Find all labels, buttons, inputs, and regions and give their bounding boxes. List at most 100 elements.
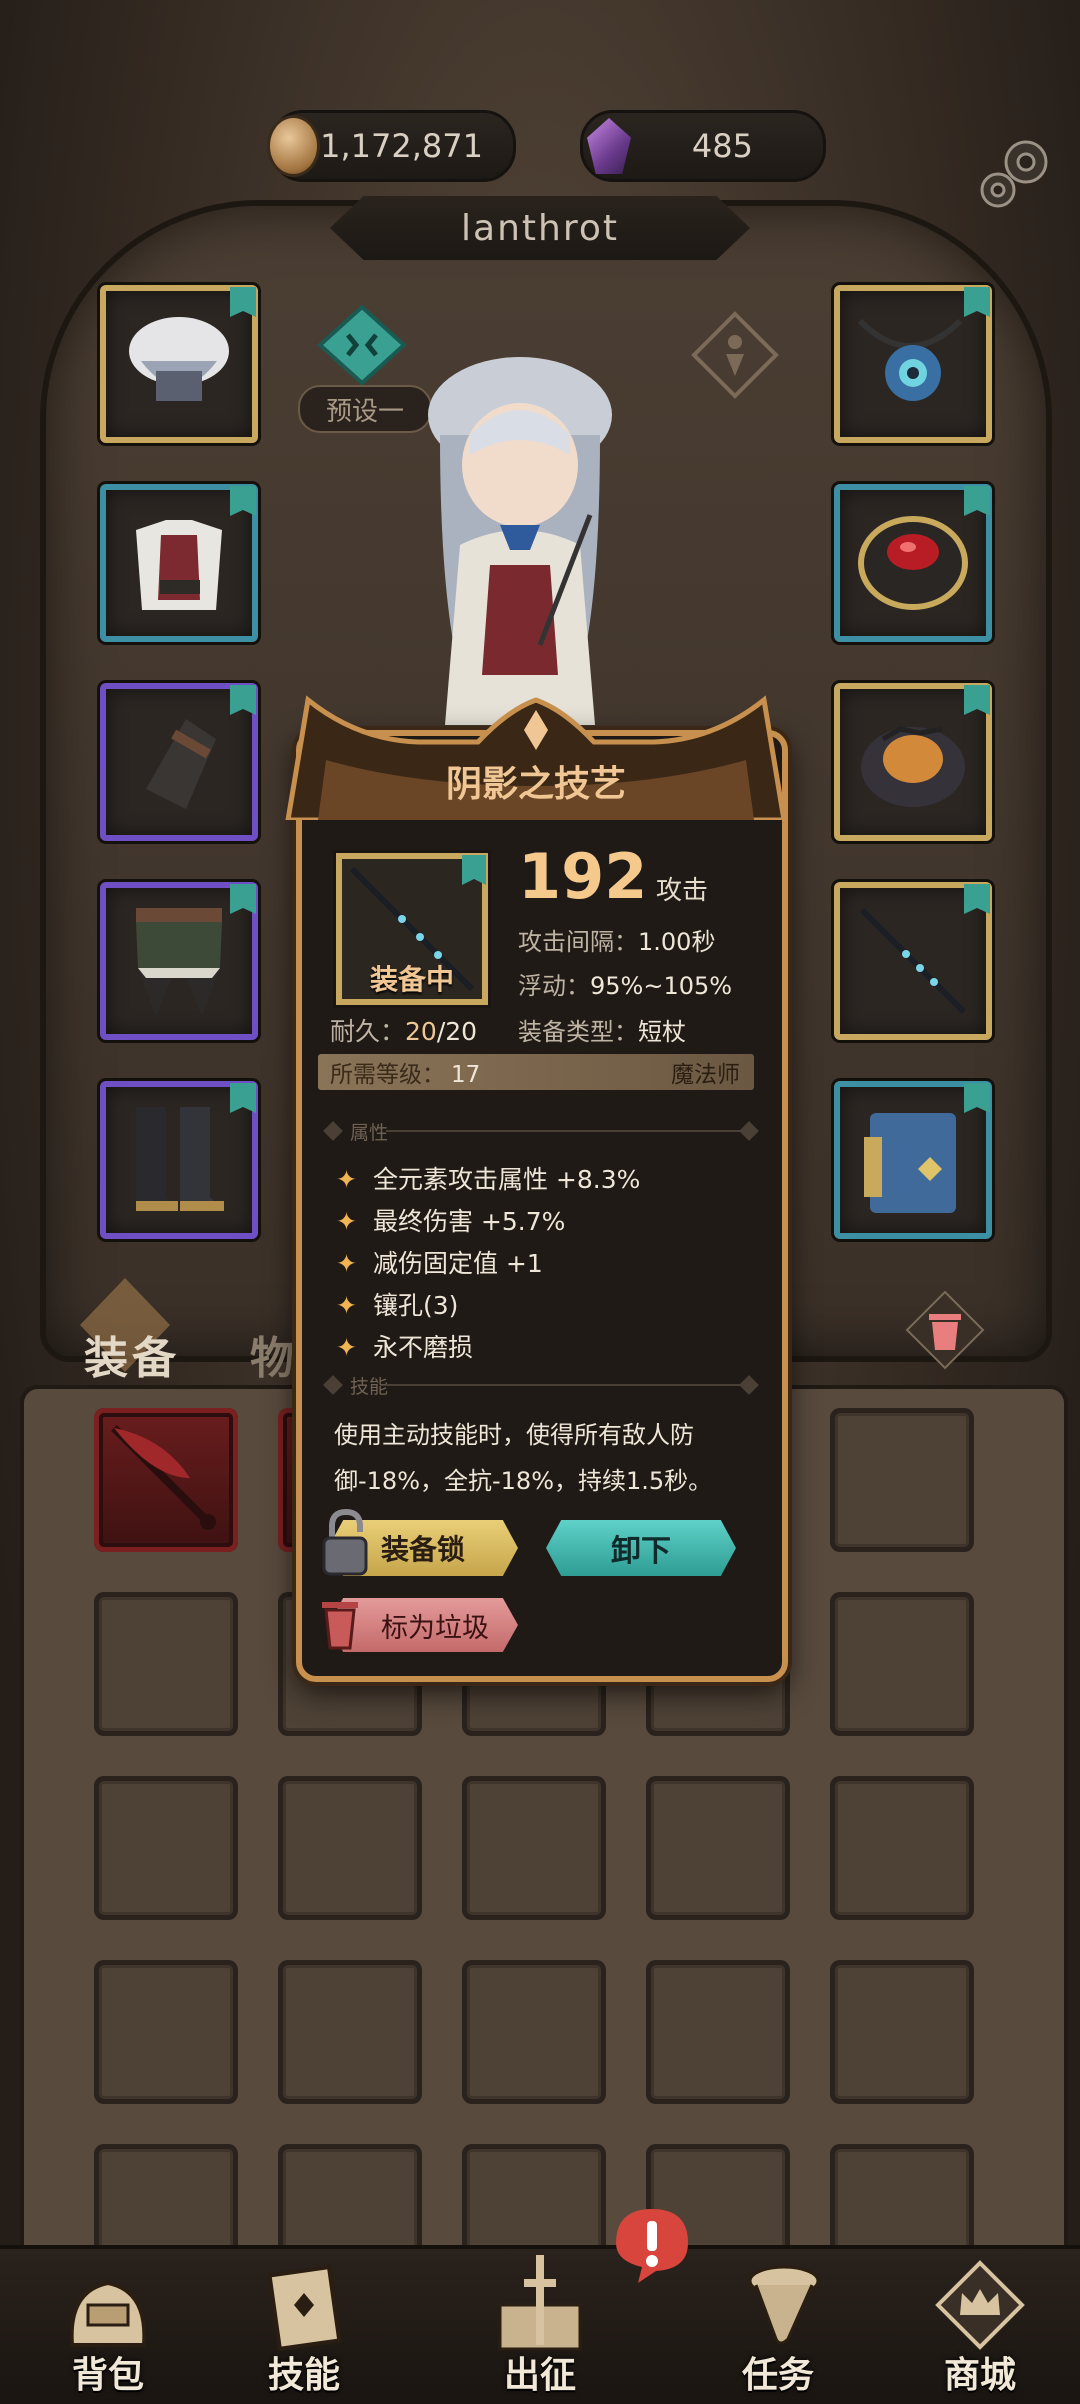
nav-shop[interactable]: 商城	[872, 2249, 1080, 2404]
gem-icon	[587, 118, 631, 174]
skill-header-label: 技能	[350, 1376, 389, 1398]
settings-gear-icon[interactable]	[974, 130, 1058, 214]
attribute-text: 镶孔(3)	[372, 1291, 459, 1320]
class-requirement: 魔法师	[671, 1062, 740, 1088]
nav-bag[interactable]: 背包	[0, 2249, 216, 2404]
equipped-label: 装备中	[369, 963, 454, 996]
necklace-icon	[857, 318, 963, 401]
inventory-slot[interactable]	[94, 1776, 238, 1920]
nav-bag-label: 背包	[71, 2355, 144, 2396]
equip-slot-armor[interactable]	[100, 484, 258, 642]
inventory-slot[interactable]	[94, 1960, 238, 2104]
armor-icon	[136, 520, 222, 610]
inventory-slot[interactable]	[462, 1960, 606, 2104]
attributes-header: 属性	[323, 1118, 759, 1144]
durability-current: 20	[405, 1017, 437, 1046]
tab-equipment[interactable]: 装备	[84, 1322, 180, 1386]
equip-slot-boots[interactable]	[100, 1081, 258, 1239]
alert-icon[interactable]	[612, 2205, 692, 2285]
equip-slot-weapon[interactable]	[834, 882, 992, 1040]
item-name: 阴影之技艺	[445, 764, 626, 805]
nav-quests-label: 任务	[741, 2355, 814, 2396]
inventory-slot[interactable]	[830, 1592, 974, 1736]
trash-bin-icon[interactable]	[905, 1290, 985, 1370]
float-range: 浮动：95%~105%	[518, 966, 732, 1001]
inventory-slot[interactable]	[646, 1776, 790, 1920]
attack-value: 192	[518, 840, 648, 913]
gloves-icon	[146, 719, 216, 809]
attribute-line: ✦ 永不磨损	[336, 1328, 473, 1364]
equip-slot-book[interactable]	[834, 1081, 992, 1239]
gold-counter[interactable]: 1,172,871	[267, 110, 516, 182]
inventory-slot[interactable]	[94, 1408, 238, 1552]
inventory-slot[interactable]	[830, 1776, 974, 1920]
inventory-slot[interactable]	[830, 1408, 974, 1552]
equip-slot-necklace[interactable]	[834, 285, 992, 443]
battle-sword-icon	[498, 2255, 582, 2351]
ring-icon	[858, 516, 968, 610]
equip-slot-gloves[interactable]	[100, 683, 258, 841]
inventory-slot[interactable]	[830, 1960, 974, 2104]
required-level-label: 所需等级：	[330, 1062, 445, 1088]
divider	[386, 1384, 740, 1386]
diamond-icon	[739, 1121, 759, 1141]
diamond-icon	[323, 1121, 343, 1141]
star-icon: ✦	[336, 1333, 357, 1362]
equip-slot-helmet[interactable]	[100, 285, 258, 443]
equip-slot-accessory[interactable]	[834, 683, 992, 841]
skill-header: 技能	[323, 1372, 759, 1398]
nav-skills-label: 技能	[267, 2355, 340, 2396]
character-info-icon[interactable]	[690, 310, 780, 400]
equip-type-label: 装备类型：	[518, 1018, 638, 1046]
backpack-icon	[69, 2280, 147, 2347]
top-bar: 1,172,871 485	[0, 110, 1080, 182]
float-label: 浮动：	[518, 972, 590, 1000]
attribute-line: ✦ 最终伤害 +5.7%	[336, 1202, 565, 1238]
unequip-button[interactable]: 卸下	[546, 1520, 736, 1576]
inventory-slot[interactable]	[462, 1776, 606, 1920]
shop-crown-icon	[935, 2260, 1025, 2350]
attribute-text: 永不磨损	[372, 1333, 473, 1362]
book-icon	[864, 1113, 956, 1213]
inventory-slot[interactable]	[278, 1776, 422, 1920]
gem-counter[interactable]: 485	[580, 110, 826, 182]
inventory-slot[interactable]	[646, 1960, 790, 2104]
junk-bin-icon	[322, 1602, 358, 1650]
attack-unit: 攻击	[656, 876, 709, 906]
nav-shop-label: 商城	[943, 2355, 1016, 2396]
diamond-icon	[323, 1375, 343, 1395]
inventory-slot[interactable]	[278, 1960, 422, 2104]
attack-interval-label: 攻击间隔：	[518, 928, 638, 956]
boots-icon	[136, 1107, 224, 1211]
lock-icon	[322, 1508, 368, 1576]
durability: 耐久：20/20	[330, 1012, 477, 1048]
star-icon: ✦	[336, 1249, 357, 1278]
attack-interval-value: 1.00秒	[638, 928, 716, 956]
coin-icon	[267, 115, 321, 177]
equip-type: 装备类型：短杖	[518, 1012, 686, 1047]
equip-slot-pants[interactable]	[100, 882, 258, 1040]
required-level-bar: 所需等级： 17 魔法师	[318, 1054, 754, 1090]
nav-skills[interactable]: 技能	[196, 2249, 412, 2404]
attribute-text: 减伤固定值 +1	[372, 1249, 543, 1278]
attack-interval: 攻击间隔：1.00秒	[518, 922, 715, 957]
attribute-text: 最终伤害 +5.7%	[372, 1207, 566, 1236]
durability-label: 耐久：	[330, 1017, 406, 1046]
attribute-line: ✦ 全元素攻击属性 +8.3%	[336, 1160, 640, 1196]
attribute-line: ✦ 镶孔(3)	[336, 1286, 458, 1322]
bottom-nav: 背包 技能 出征 任务 商城	[0, 2245, 1080, 2404]
inventory-slot[interactable]	[94, 1592, 238, 1736]
equip-slot-ring[interactable]	[834, 484, 992, 642]
nav-quests[interactable]: 任务	[670, 2249, 886, 2404]
character-portrait	[428, 357, 612, 725]
attribute-text: 全元素攻击属性 +8.3%	[372, 1165, 641, 1194]
attribute-line: ✦ 减伤固定值 +1	[336, 1244, 543, 1280]
staff-icon	[859, 907, 967, 1015]
pants-icon	[136, 908, 222, 1016]
star-icon: ✦	[336, 1207, 357, 1236]
gem-value: 485	[691, 127, 753, 165]
required-level-value: 17	[451, 1062, 481, 1088]
diamond-icon	[739, 1375, 759, 1395]
nav-battle-label: 出征	[503, 2355, 576, 2396]
skill-description: 使用主动技能时，使得所有敌人防御-18%，全抗-18%，持续1.5秒。	[334, 1421, 713, 1495]
